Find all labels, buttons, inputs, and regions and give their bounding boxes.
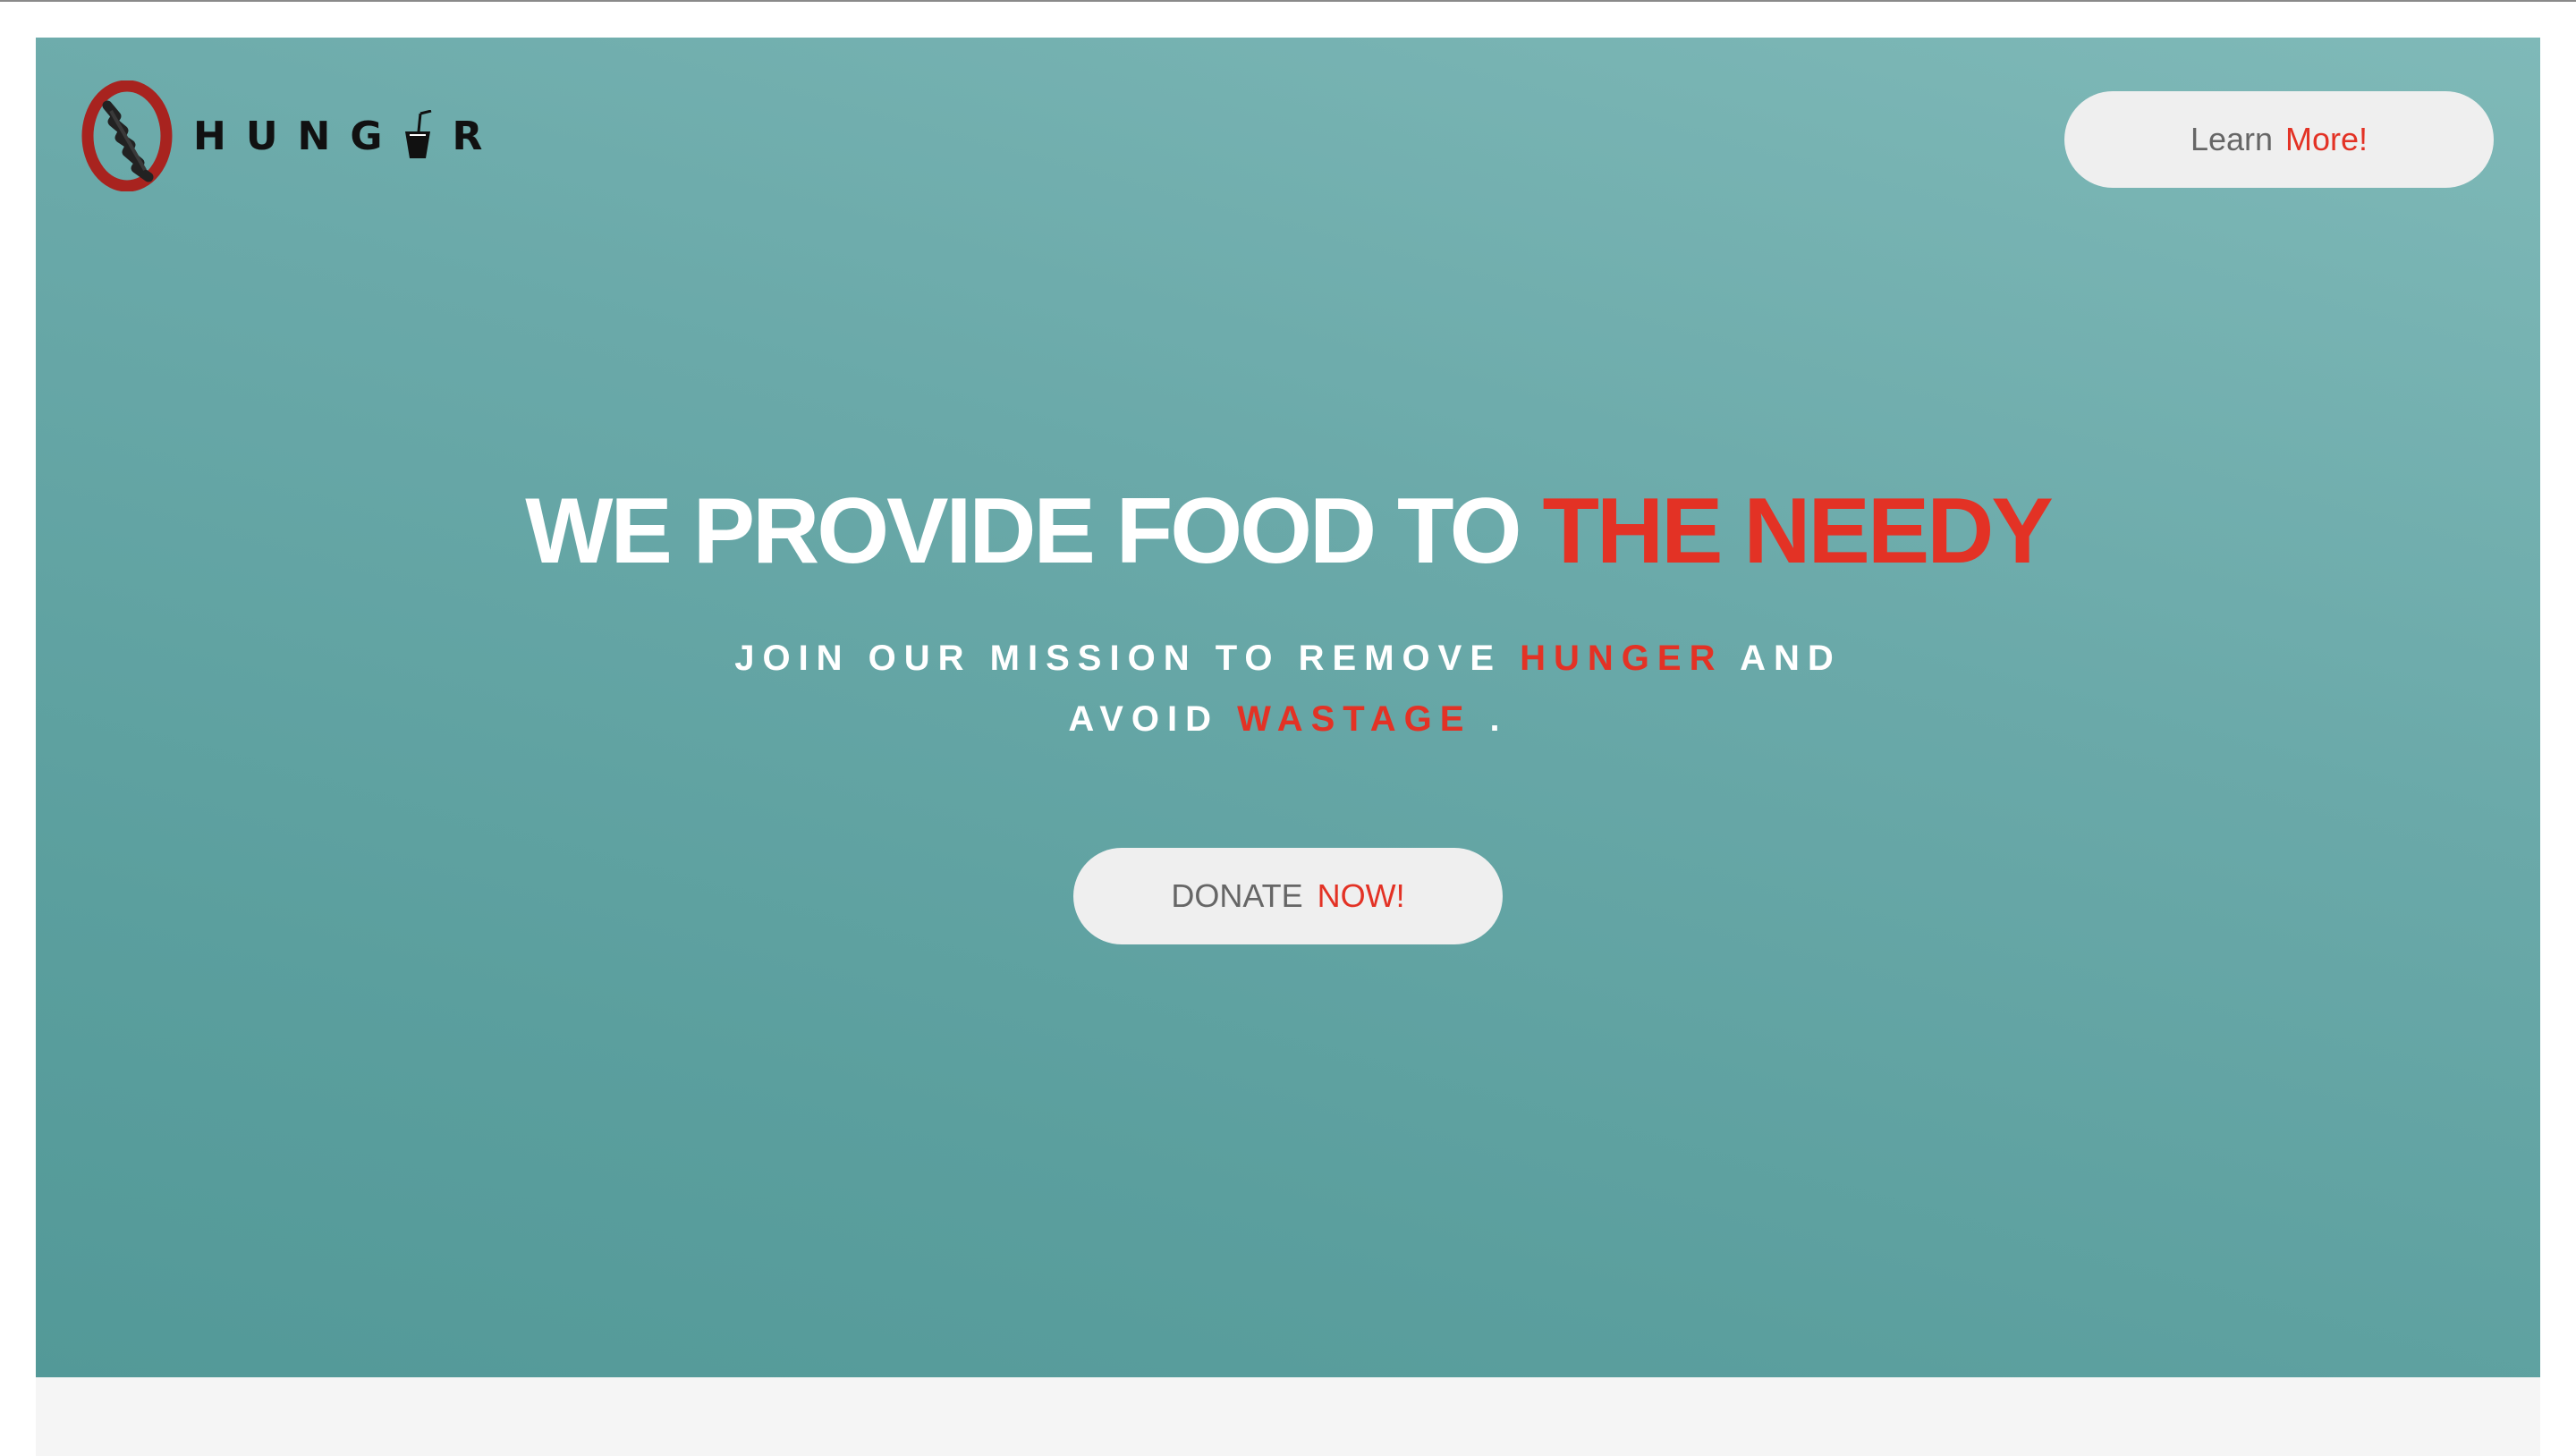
subline-2-text-a: AVOID bbox=[1068, 699, 1220, 739]
hero-headline: WE PROVIDE FOOD TO THE NEEDY bbox=[36, 476, 2540, 588]
next-section-band bbox=[36, 1377, 2540, 1456]
learn-more-label: Learn bbox=[2190, 121, 2274, 157]
subline-1-text-a: JOIN OUR MISSION TO REMOVE bbox=[734, 639, 1502, 678]
learn-more-button[interactable]: Learn More! bbox=[2064, 91, 2494, 188]
subline-2-accent: WASTAGE bbox=[1237, 699, 1472, 739]
logo-wordmark: HUNG R bbox=[193, 110, 502, 162]
drink-cup-icon bbox=[402, 110, 433, 162]
hero-subline-2: AVOID WASTAGE . bbox=[36, 701, 2540, 737]
headline-main: WE PROVIDE FOOD TO bbox=[525, 479, 1521, 583]
subline-1-accent: HUNGER bbox=[1520, 639, 1724, 678]
logo-text-right: R bbox=[452, 113, 503, 159]
subline-2-text-b: . bbox=[1489, 699, 1508, 739]
logo-text-left: HUNG bbox=[193, 113, 402, 159]
donate-label: DONATE bbox=[1171, 877, 1303, 914]
learn-more-accent: More! bbox=[2285, 121, 2368, 157]
site-logo[interactable]: HUNG R bbox=[80, 80, 502, 191]
headline-accent: THE NEEDY bbox=[1542, 479, 2053, 583]
no-hunger-logo-icon bbox=[81, 80, 173, 191]
subline-1-text-b: AND bbox=[1740, 639, 1842, 678]
hero-section: HUNG R Learn More! WE PROVIDE FOOD TO TH… bbox=[36, 38, 2540, 1377]
top-divider bbox=[0, 0, 2576, 2]
hero-subline-1: JOIN OUR MISSION TO REMOVE HUNGER AND bbox=[36, 640, 2540, 676]
donate-now-button[interactable]: DONATE NOW! bbox=[1073, 848, 1503, 944]
donate-accent: NOW! bbox=[1317, 877, 1405, 914]
